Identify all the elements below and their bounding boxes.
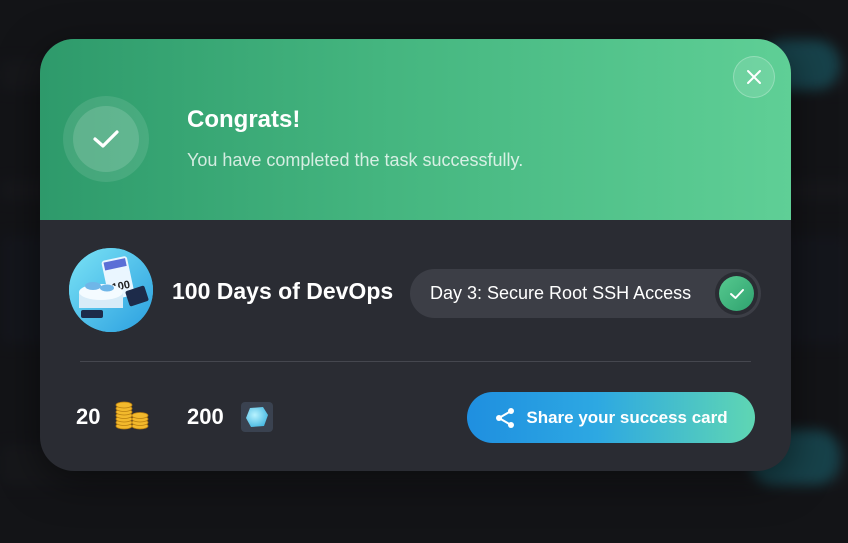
success-badge xyxy=(63,96,149,182)
course-title: 100 Days of DevOps xyxy=(172,278,394,304)
devops-illustration-icon: 100 xyxy=(69,248,153,332)
task-status xyxy=(715,272,758,315)
success-modal: Congrats! You have completed the task su… xyxy=(40,39,791,471)
gems-count: 200 xyxy=(187,404,224,429)
coins-icon xyxy=(115,401,149,430)
check-icon xyxy=(93,130,119,148)
check-icon xyxy=(729,289,744,299)
modal-header: Congrats! You have completed the task su… xyxy=(40,39,791,220)
coins-count: 20 xyxy=(76,404,101,429)
task-badge: Day 3: Secure Root SSH Access xyxy=(410,269,761,318)
close-button[interactable] xyxy=(733,56,775,98)
modal-subtitle: You have completed the task successfully… xyxy=(187,150,524,170)
divider xyxy=(80,361,751,362)
share-success-card-button[interactable]: Share your success card xyxy=(467,392,755,443)
share-icon xyxy=(496,407,515,428)
task-label: Day 3: Secure Root SSH Access xyxy=(430,283,692,303)
modal-title: Congrats! xyxy=(187,106,301,133)
share-button-label: Share your success card xyxy=(526,407,728,427)
close-icon xyxy=(747,70,761,84)
course-avatar: 100 xyxy=(69,248,153,332)
gem-icon xyxy=(241,402,273,432)
